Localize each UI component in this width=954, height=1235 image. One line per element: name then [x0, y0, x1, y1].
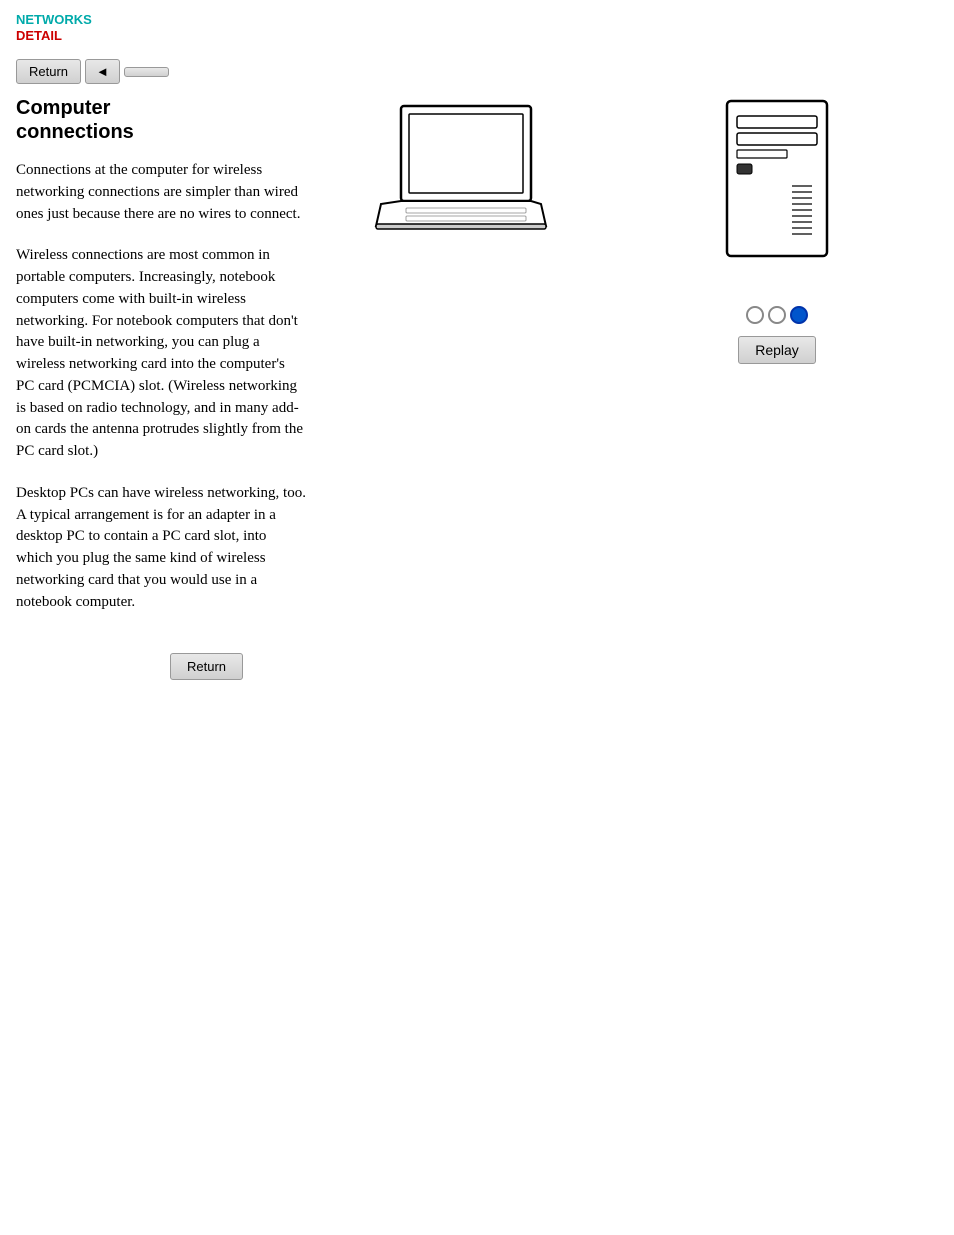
replay-button[interactable]: Replay	[738, 336, 816, 364]
main-content: Computer connections Connections at the …	[0, 96, 954, 633]
dot-1	[746, 306, 764, 324]
paragraph-3: Desktop PCs can have wireless networking…	[16, 483, 306, 614]
left-column: Computer connections Connections at the …	[16, 96, 306, 633]
page-title: Computer connections	[16, 96, 306, 144]
header-networks: NETWORKS	[16, 12, 938, 28]
animation-dots	[746, 306, 808, 324]
paragraph-1: Connections at the computer for wireless…	[16, 160, 306, 225]
return-button-top[interactable]: Return	[16, 59, 81, 84]
laptop-image	[361, 96, 561, 261]
paragraph-2: Wireless connections are most common in …	[16, 245, 306, 463]
navigation-bar: Return ◄	[0, 51, 954, 96]
middle-column	[306, 96, 616, 633]
desktop-image	[707, 96, 847, 276]
right-column: Replay	[616, 96, 938, 633]
header-detail: DETAIL	[16, 28, 938, 44]
bottom-nav: Return	[0, 633, 954, 700]
back-button[interactable]: ◄	[85, 59, 120, 84]
page-header: NETWORKS DETAIL	[0, 0, 954, 51]
dot-2	[768, 306, 786, 324]
return-button-bottom[interactable]: Return	[170, 653, 243, 680]
forward-button[interactable]	[124, 67, 169, 77]
dot-3	[790, 306, 808, 324]
